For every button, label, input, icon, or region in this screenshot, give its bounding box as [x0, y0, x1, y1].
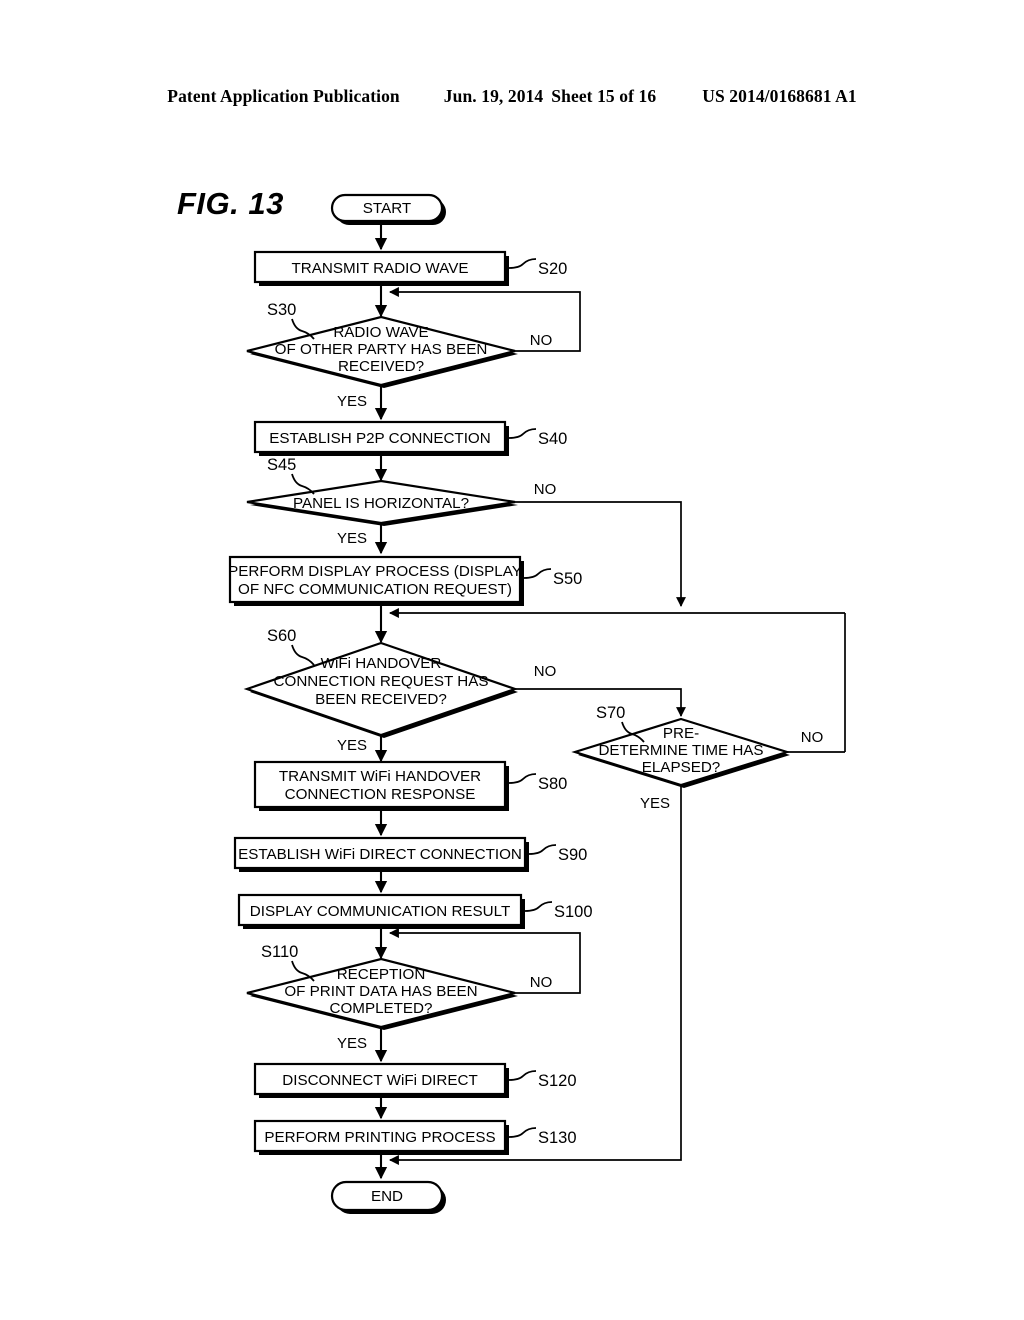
node-s45: PANEL IS HORIZONTAL? — [246, 479, 518, 526]
node-s100: DISPLAY COMMUNICATION RESULT — [237, 893, 525, 929]
s120-step-id: S120 — [538, 1072, 577, 1090]
s40-label: ESTABLISH P2P CONNECTION — [269, 430, 490, 447]
node-start: START — [330, 193, 446, 225]
node-s90: ESTABLISH WiFi DIRECT CONNECTION — [233, 836, 529, 872]
edge-s45-no — [515, 501, 686, 607]
s130-leader — [508, 1127, 537, 1138]
s30-step-id: S30 — [267, 301, 296, 319]
s30-no-label: NO — [530, 332, 553, 349]
s45-leader — [291, 473, 315, 495]
s80-leader — [508, 773, 537, 784]
end-label: END — [371, 1188, 403, 1205]
s50-leader — [523, 568, 552, 579]
s60-no-label: NO — [534, 663, 557, 680]
s30-yes-label: YES — [337, 393, 367, 410]
s30-line1: RADIO WAVE — [333, 324, 428, 341]
s90-leader — [528, 844, 557, 855]
s110-line1: RECEPTION — [337, 966, 426, 983]
s110-no-label: NO — [530, 974, 553, 991]
s110-line3: COMPLETED? — [330, 1000, 433, 1017]
node-s60: WiFi HANDOVER CONNECTION REQUEST HAS BEE… — [243, 641, 519, 738]
node-s50: PERFORM DISPLAY PROCESS (DISPLAY OF NFC … — [228, 555, 524, 606]
s60-line2: CONNECTION REQUEST HAS — [274, 673, 489, 690]
s80-step-id: S80 — [538, 775, 567, 793]
s30-line3: RECEIVED? — [338, 358, 424, 375]
s40-step-id: S40 — [538, 430, 567, 448]
s80-line2: CONNECTION RESPONSE — [285, 786, 476, 803]
s45-no-label: NO — [534, 481, 557, 498]
s60-line1: WiFi HANDOVER — [321, 655, 442, 672]
s60-leader — [291, 644, 315, 666]
node-s70: PRE- DETERMINE TIME HAS ELAPSED? — [571, 717, 791, 788]
s50-line1: PERFORM DISPLAY PROCESS (DISPLAY — [228, 563, 522, 580]
node-s110: RECEPTION OF PRINT DATA HAS BEEN COMPLET… — [246, 957, 518, 1030]
s45-yes-label: YES — [337, 530, 367, 547]
s90-label: ESTABLISH WiFi DIRECT CONNECTION — [238, 846, 522, 863]
s100-step-id: S100 — [554, 903, 593, 921]
s60-yes-label: YES — [337, 737, 367, 754]
s45-label: PANEL IS HORIZONTAL? — [293, 495, 469, 512]
s70-step-id: S70 — [596, 704, 625, 722]
node-s30: RADIO WAVE OF OTHER PARTY HAS BEEN RECEI… — [246, 315, 518, 388]
node-s130: PERFORM PRINTING PROCESS — [253, 1119, 509, 1155]
start-label: START — [363, 200, 411, 217]
s40-leader — [508, 428, 537, 439]
node-s120: DISCONNECT WiFi DIRECT — [253, 1062, 509, 1098]
s130-step-id: S130 — [538, 1129, 577, 1147]
node-s40: ESTABLISH P2P CONNECTION — [253, 420, 509, 456]
s70-line1: PRE- — [663, 725, 699, 742]
node-end: END — [330, 1180, 446, 1214]
s120-label: DISCONNECT WiFi DIRECT — [282, 1072, 477, 1089]
s50-line2: OF NFC COMMUNICATION REQUEST) — [238, 581, 512, 598]
node-s20: TRANSMIT RADIO WAVE — [253, 250, 509, 286]
figure-13-flowchart: FIG. 13 START TRANSMIT RADIO WAVE S20 RA… — [0, 0, 1024, 1320]
s100-leader — [524, 901, 553, 912]
s30-line2: OF OTHER PARTY HAS BEEN — [275, 341, 488, 358]
s70-no-label: NO — [801, 729, 824, 746]
s20-label: TRANSMIT RADIO WAVE — [292, 260, 469, 277]
s70-line3: ELAPSED? — [642, 759, 721, 776]
s70-yes-label: YES — [640, 795, 670, 812]
s100-label: DISPLAY COMMUNICATION RESULT — [250, 903, 510, 920]
s20-step-id: S20 — [538, 260, 567, 278]
s45-step-id: S45 — [267, 456, 296, 474]
s80-line1: TRANSMIT WiFi HANDOVER — [279, 768, 481, 785]
figure-label: FIG. 13 — [177, 186, 284, 221]
node-s80: TRANSMIT WiFi HANDOVER CONNECTION RESPON… — [253, 760, 509, 811]
s70-line2: DETERMINE TIME HAS — [598, 742, 763, 759]
s90-step-id: S90 — [558, 846, 587, 864]
flowchart-svg: FIG. 13 START TRANSMIT RADIO WAVE S20 RA… — [177, 186, 846, 1214]
s60-line3: BEEN RECEIVED? — [315, 691, 447, 708]
s110-step-id: S110 — [261, 943, 298, 961]
s110-line2: OF PRINT DATA HAS BEEN — [284, 983, 477, 1000]
s50-step-id: S50 — [553, 570, 582, 588]
s20-leader — [508, 258, 537, 269]
s110-yes-label: YES — [337, 1035, 367, 1052]
s120-leader — [508, 1070, 537, 1081]
s130-label: PERFORM PRINTING PROCESS — [264, 1129, 495, 1146]
s60-step-id: S60 — [267, 627, 296, 645]
